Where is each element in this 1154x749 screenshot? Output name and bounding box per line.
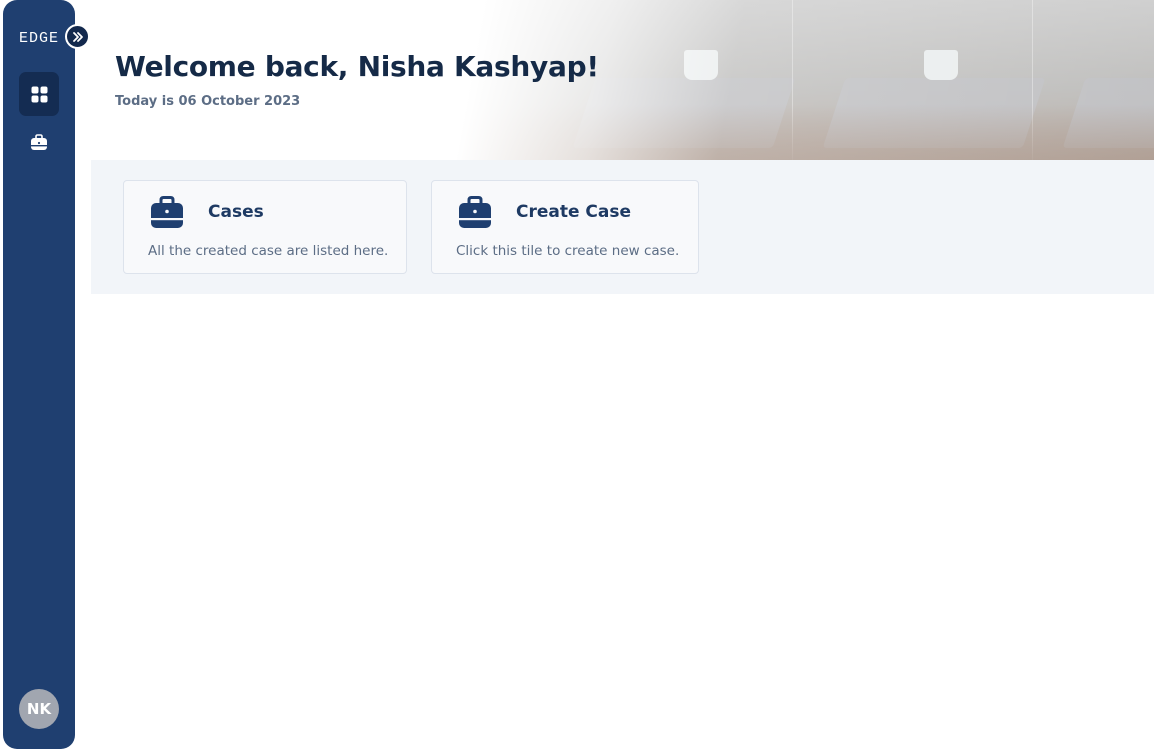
sidebar-expand-button[interactable] — [65, 24, 90, 49]
sidebar-item-cases[interactable] — [19, 120, 59, 164]
create-case-tile-description: Click this tile to create new case. — [456, 243, 680, 259]
welcome-banner: Welcome back, Nisha Kashyap! Today is 06… — [91, 0, 1154, 160]
cases-tile[interactable]: Cases All the created case are listed he… — [123, 180, 407, 274]
page-title: Welcome back, Nisha Kashyap! — [115, 50, 599, 83]
cases-tile-title: Cases — [208, 202, 264, 222]
dashboard-grid-icon — [31, 86, 47, 102]
app-root: EDGE NK Welcome back, Nisha Kashyap! Tod… — [0, 0, 1154, 749]
current-date-text: Today is 06 October 2023 — [115, 94, 301, 109]
app-logo[interactable]: EDGE — [19, 30, 59, 47]
create-case-tile[interactable]: Create Case Click this tile to create ne… — [431, 180, 699, 274]
briefcase-icon — [459, 196, 491, 228]
double-chevron-right-icon — [72, 31, 83, 42]
sidebar-item-dashboard[interactable] — [19, 72, 59, 116]
briefcase-icon — [31, 133, 47, 150]
briefcase-icon — [151, 196, 183, 228]
sidebar: EDGE NK — [3, 0, 90, 749]
create-case-tile-title: Create Case — [516, 202, 632, 222]
quick-actions-area: Cases All the created case are listed he… — [91, 160, 1154, 294]
user-avatar[interactable]: NK — [19, 689, 59, 729]
cases-tile-description: All the created case are listed here. — [148, 243, 389, 259]
